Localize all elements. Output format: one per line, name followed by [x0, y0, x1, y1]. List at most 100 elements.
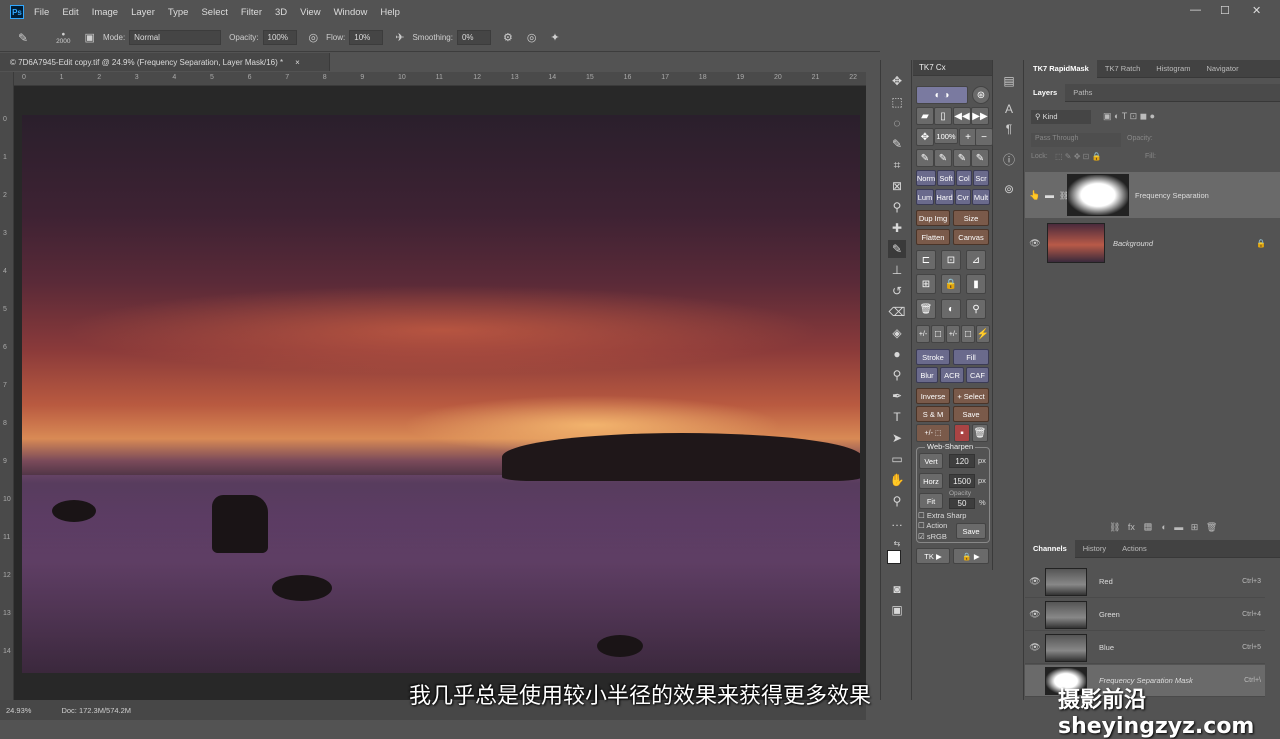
flatten-button[interactable]: Flatten: [916, 229, 950, 245]
dup-img-button[interactable]: Dup Img: [916, 210, 950, 226]
quick-mask-icon[interactable]: ◙: [888, 580, 906, 598]
blend-soft-button[interactable]: Soft: [937, 170, 955, 186]
blend-screen-button[interactable]: Scr: [973, 170, 989, 186]
gear-icon[interactable]: ⚙: [503, 31, 513, 44]
move-tool-icon[interactable]: ✥: [888, 72, 906, 90]
tab-tk7-ratch[interactable]: TK7 Ratch: [1097, 60, 1148, 78]
tab-paths[interactable]: Paths: [1065, 84, 1100, 102]
menu-type[interactable]: Type: [168, 7, 189, 18]
tab-histogram[interactable]: Histogram: [1148, 60, 1198, 78]
paragraph-icon[interactable]: ¶: [1000, 120, 1018, 138]
blend-mode-select[interactable]: Pass Through: [1031, 133, 1121, 147]
horz-field[interactable]: 1500: [949, 474, 975, 488]
black-brush-icon[interactable]: ✎: [916, 149, 934, 167]
fill-layer-icon[interactable]: ▮: [966, 274, 986, 294]
layer-row-frequency-separation[interactable]: 👆 ▬ ⛓ Frequency Separation: [1025, 172, 1280, 218]
mask-layer-icon[interactable]: ◐: [941, 299, 961, 319]
history-brush-icon[interactable]: ↺: [888, 282, 906, 300]
menu-file[interactable]: File: [34, 7, 49, 18]
layer-filter-icons[interactable]: ▣ ◐ T ⊡ ◼ ●: [1103, 111, 1155, 122]
eraser-tool-icon[interactable]: ⌫: [888, 303, 906, 321]
web-save-button[interactable]: Save: [956, 523, 986, 539]
canvas-button[interactable]: Canvas: [953, 229, 989, 245]
tab-layers[interactable]: Layers: [1025, 83, 1066, 102]
foreground-color-swatch[interactable]: [887, 550, 901, 564]
marquee-tool-icon[interactable]: ⬚: [888, 93, 906, 111]
layer-row-background[interactable]: 👁 Background 🔒: [1025, 220, 1280, 266]
lasso-tool-icon[interactable]: ◌: [888, 114, 906, 132]
layer-footer-icons[interactable]: ⛓ fx ◼ ◐ ▬ ⊞ 🗑: [1109, 522, 1217, 533]
stroke-button[interactable]: Stroke: [916, 349, 950, 365]
inverse-button[interactable]: Inverse: [916, 388, 950, 404]
quick-select-tool-icon[interactable]: ✎: [888, 135, 906, 153]
channel-row-red[interactable]: 👁 Red Ctrl+3: [1025, 566, 1265, 598]
menu-image[interactable]: Image: [92, 7, 118, 18]
eyedropper-tool-icon[interactable]: ⚲: [888, 198, 906, 216]
lock-layer-icon[interactable]: 🔒: [941, 274, 961, 294]
green-brush-icon[interactable]: ✎: [953, 149, 971, 167]
blend-color-button[interactable]: Col: [956, 170, 972, 186]
square-2-icon[interactable]: □: [961, 325, 975, 343]
symmetry-icon[interactable]: ✦: [550, 31, 559, 44]
screen-mode-icon[interactable]: ▣: [888, 601, 906, 619]
maximize-button[interactable]: ☐: [1220, 4, 1230, 17]
stamp-tool-icon[interactable]: ⊥: [888, 261, 906, 279]
s-and-m-button[interactable]: S & M: [916, 406, 950, 422]
layer-new-icon[interactable]: ⊏: [916, 250, 936, 270]
menu-layer[interactable]: Layer: [131, 7, 155, 18]
mask-toggle-icon[interactable]: ◐ ◑: [916, 86, 968, 104]
zoom-100-button[interactable]: 100%: [934, 128, 958, 144]
blend-lum-button[interactable]: Lum: [916, 189, 934, 205]
tab-navigator[interactable]: Navigator: [1198, 60, 1246, 78]
visibility-eye-icon[interactable]: 👁: [1025, 576, 1045, 587]
close-tab-icon[interactable]: ×: [295, 58, 300, 67]
path-select-icon[interactable]: ➤: [888, 429, 906, 447]
airbrush-icon[interactable]: ✈: [395, 31, 404, 44]
layer-copy-icon[interactable]: ⊡: [941, 250, 961, 270]
chain-link-icon[interactable]: ⛓: [1059, 191, 1069, 200]
blur-tool-icon[interactable]: ●: [888, 345, 906, 363]
paint-bucket-icon[interactable]: ◈: [888, 324, 906, 342]
smoothing-field[interactable]: 0%: [456, 30, 491, 45]
frame-tool-icon[interactable]: ⊠: [888, 177, 906, 195]
tk-menu-button[interactable]: TK ▶: [916, 548, 950, 564]
grey-brush-icon[interactable]: ✎: [971, 149, 989, 167]
blend-hard-button[interactable]: Hard: [935, 189, 954, 205]
rewind-icon[interactable]: ◀◀: [953, 107, 971, 125]
fast-forward-icon[interactable]: ▶▶: [971, 107, 989, 125]
minimize-button[interactable]: —: [1190, 4, 1201, 16]
close-button[interactable]: ✕: [1252, 4, 1261, 17]
menu-select[interactable]: Select: [201, 7, 227, 18]
lightning-icon[interactable]: ⚡: [976, 325, 990, 343]
merge-icon[interactable]: ⊞: [916, 274, 936, 294]
menu-3d[interactable]: 3D: [275, 7, 287, 18]
filter-kind-select[interactable]: ⚲ Kind: [1031, 110, 1091, 124]
libraries-icon[interactable]: ⊚: [1000, 180, 1018, 198]
healing-tool-icon[interactable]: ✚: [888, 219, 906, 237]
save-tk-button[interactable]: Save: [953, 406, 989, 422]
document-tab[interactable]: © 7D6A7945-Edit copy.tif @ 24.9% (Freque…: [0, 53, 330, 71]
visibility-eye-icon[interactable]: 👁: [1025, 238, 1045, 249]
visibility-eye-icon[interactable]: 👁: [1025, 609, 1045, 620]
fit-button[interactable]: Fit: [919, 493, 943, 509]
white-brush-icon[interactable]: ✎: [934, 149, 952, 167]
brush-panel-icon[interactable]: ▣: [85, 31, 95, 44]
lock-menu-button[interactable]: 🔒 ▶: [953, 548, 989, 564]
properties-icon[interactable]: ▤: [1000, 72, 1018, 90]
menu-help[interactable]: Help: [380, 7, 400, 18]
tab-channels[interactable]: Channels: [1025, 539, 1075, 558]
type-tool-icon[interactable]: T: [888, 408, 906, 426]
layer-transform-icon[interactable]: ⊿: [966, 250, 986, 270]
menu-view[interactable]: View: [300, 7, 320, 18]
fit-screen-icon[interactable]: ✥: [916, 128, 934, 146]
visibility-eye-icon[interactable]: 👁: [1025, 642, 1045, 653]
vert-button[interactable]: Vert: [919, 453, 943, 469]
rectangle-tool-icon[interactable]: ▭: [888, 450, 906, 468]
menu-filter[interactable]: Filter: [241, 7, 262, 18]
trash-icon[interactable]: 🗑: [916, 299, 936, 319]
brush-tool-icon[interactable]: ✎: [18, 31, 28, 45]
layer-mask-thumb[interactable]: [1067, 174, 1129, 216]
plus-select-button[interactable]: + Select: [953, 388, 989, 404]
hand-tool-icon[interactable]: ✋: [888, 471, 906, 489]
visibility-eye-icon[interactable]: 👆: [1025, 190, 1045, 201]
